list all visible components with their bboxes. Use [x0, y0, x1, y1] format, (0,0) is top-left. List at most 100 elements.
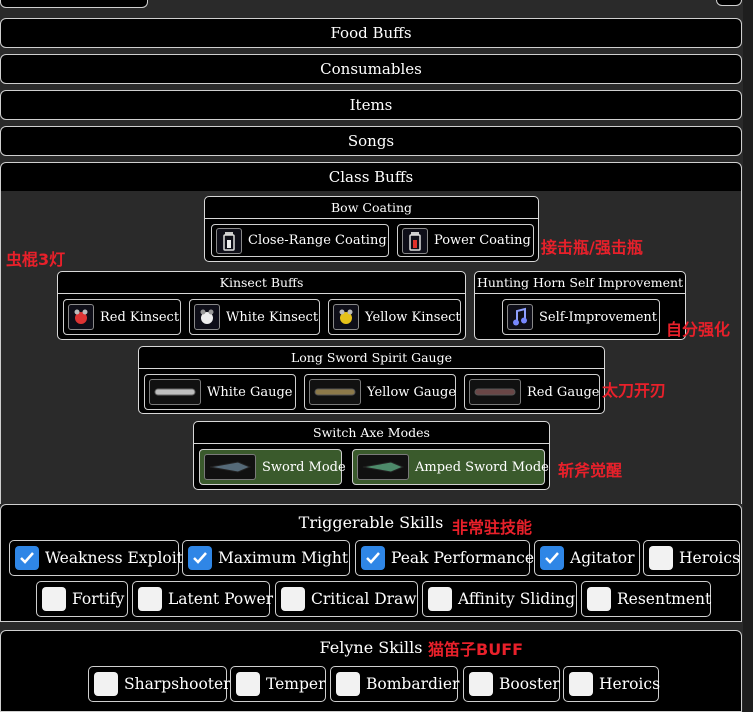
- skill-label: Latent Power: [168, 590, 274, 608]
- class-buffs-label: Class Buffs: [328, 168, 414, 186]
- note-triggerable: 非常驻技能: [452, 518, 533, 537]
- checkbox-unchecked[interactable]: [469, 672, 493, 696]
- skill-label: Fortify: [72, 590, 125, 608]
- yellow-gauge-label: Yellow Gauge: [367, 384, 457, 400]
- checkbox-unchecked[interactable]: [94, 672, 118, 696]
- hunting-horn-title: Hunting Horn Self Improvement: [475, 272, 685, 294]
- skill-label: Maximum Might: [218, 549, 349, 567]
- skill-label: Affinity Sliding: [458, 590, 576, 608]
- skill-label: Sharpshooter: [124, 675, 231, 693]
- power-coating-label: Power Coating: [434, 233, 531, 248]
- class-buffs-header[interactable]: Class Buffs: [0, 162, 742, 192]
- skill-toggle[interactable]: Peak Performance: [355, 540, 534, 576]
- checkbox-checked[interactable]: [361, 546, 385, 570]
- skill-toggle[interactable]: Fortify: [36, 581, 128, 617]
- note-felyne: 猫笛子BUFF: [428, 640, 524, 659]
- red-kinsect-icon: [68, 304, 94, 330]
- red-gauge-label: Red Gauge: [527, 384, 600, 400]
- top-input-remnant[interactable]: [0, 0, 148, 8]
- yellow-kinsect-button[interactable]: Yellow Kinsect: [328, 299, 461, 335]
- note-bow: 接击瓶/强击瓶: [541, 238, 643, 257]
- checkbox-checked[interactable]: [188, 546, 212, 570]
- checkbox-unchecked[interactable]: [42, 587, 66, 611]
- close-range-coating-button[interactable]: Close-Range Coating: [211, 224, 389, 257]
- sword-mode-icon: [204, 454, 256, 480]
- hunting-horn-group: Hunting Horn Self Improvement Self-Impro…: [474, 271, 686, 340]
- skill-label: Critical Draw: [311, 590, 417, 608]
- triggerable-skills-title-text: Triggerable Skills: [298, 512, 444, 532]
- skill-toggle[interactable]: Weakness Exploit: [9, 540, 183, 576]
- note-switch-axe: 斩斧觉醒: [558, 461, 623, 480]
- checkbox-unchecked[interactable]: [587, 587, 611, 611]
- kinsect-title: Kinsect Buffs: [58, 272, 465, 294]
- red-kinsect-button[interactable]: Red Kinsect: [63, 299, 181, 335]
- skill-label: Resentment: [617, 590, 712, 608]
- amped-sword-mode-icon: [357, 454, 409, 480]
- skill-toggle[interactable]: Heroics: [563, 666, 661, 702]
- consumables-header[interactable]: Consumables: [0, 54, 742, 84]
- switch-axe-title: Switch Axe Modes: [194, 422, 549, 444]
- white-gauge-button[interactable]: White Gauge: [144, 374, 296, 410]
- self-improvement-label: Self-Improvement: [539, 309, 657, 325]
- long-sword-group: Long Sword Spirit Gauge White Gauge Yell…: [138, 346, 605, 414]
- items-label: Items: [349, 96, 393, 114]
- checkbox-unchecked[interactable]: [649, 546, 673, 570]
- skill-label: Heroics: [679, 549, 741, 567]
- sword-mode-button[interactable]: Sword Mode: [199, 449, 346, 485]
- songs-label: Songs: [347, 132, 395, 150]
- bow-coating-group: Bow Coating Close-Range Coating Power Co…: [204, 196, 539, 262]
- checkbox-unchecked[interactable]: [236, 672, 260, 696]
- skill-label: Heroics: [599, 675, 661, 693]
- red-gauge-button[interactable]: Red Gauge: [464, 374, 600, 410]
- skill-toggle[interactable]: Resentment: [581, 581, 711, 617]
- checkbox-unchecked[interactable]: [569, 672, 593, 696]
- food-buffs-header[interactable]: Food Buffs: [0, 18, 742, 48]
- amped-sword-mode-button[interactable]: Amped Sword Mode: [352, 449, 549, 485]
- amped-sword-mode-label: Amped Sword Mode: [415, 459, 549, 475]
- power-coating-button[interactable]: Power Coating: [397, 224, 534, 257]
- skill-toggle[interactable]: Heroics: [643, 540, 740, 576]
- checkbox-checked[interactable]: [15, 546, 39, 570]
- skill-label: Weakness Exploit: [45, 549, 183, 567]
- skill-toggle[interactable]: Temper: [230, 666, 326, 702]
- bottle-icon: [216, 227, 242, 254]
- skill-label: Bombardier: [366, 675, 460, 693]
- yellow-gauge-button[interactable]: Yellow Gauge: [304, 374, 456, 410]
- skill-toggle[interactable]: Agitator: [534, 540, 640, 576]
- yellow-kinsect-label: Yellow Kinsect: [365, 309, 461, 325]
- skill-toggle[interactable]: Booster: [463, 666, 560, 702]
- top-button-remnant[interactable]: [716, 0, 742, 6]
- yellow-kinsect-icon: [333, 304, 359, 330]
- bottle-red-icon: [402, 227, 428, 254]
- skill-label: Agitator: [570, 549, 635, 567]
- self-improvement-button[interactable]: Self-Improvement: [502, 299, 660, 335]
- switch-axe-group: Switch Axe Modes Sword Mode Amped Sword …: [193, 421, 550, 490]
- skill-toggle[interactable]: Affinity Sliding: [422, 581, 577, 617]
- checkbox-unchecked[interactable]: [336, 672, 360, 696]
- white-kinsect-icon: [194, 304, 220, 330]
- note-long-sword: 太刀开刃: [602, 381, 667, 400]
- skill-label: Temper: [266, 675, 326, 693]
- long-sword-title: Long Sword Spirit Gauge: [139, 347, 604, 369]
- skill-toggle[interactable]: Maximum Might: [182, 540, 350, 576]
- skill-toggle[interactable]: Bombardier: [330, 666, 460, 702]
- kinsect-group: Kinsect Buffs Red Kinsect White Kinsect …: [57, 271, 466, 340]
- white-kinsect-button[interactable]: White Kinsect: [189, 299, 320, 335]
- note-horn: 自分强化: [666, 320, 731, 339]
- scrollbar[interactable]: [743, 0, 753, 712]
- bow-coating-title: Bow Coating: [205, 197, 538, 219]
- checkbox-checked[interactable]: [540, 546, 564, 570]
- felyne-skills-title-text: Felyne Skills: [319, 637, 423, 657]
- skill-toggle[interactable]: Sharpshooter: [88, 666, 231, 702]
- checkbox-unchecked[interactable]: [428, 587, 452, 611]
- note-kinsect: 虫棍3灯: [6, 250, 66, 269]
- songs-header[interactable]: Songs: [0, 126, 742, 156]
- items-header[interactable]: Items: [0, 90, 742, 120]
- checkbox-unchecked[interactable]: [281, 587, 305, 611]
- checkbox-unchecked[interactable]: [138, 587, 162, 611]
- skill-label: Peak Performance: [391, 549, 535, 567]
- red-kinsect-label: Red Kinsect: [100, 309, 180, 325]
- white-kinsect-label: White Kinsect: [226, 309, 319, 325]
- skill-toggle[interactable]: Latent Power: [132, 581, 274, 617]
- skill-toggle[interactable]: Critical Draw: [275, 581, 418, 617]
